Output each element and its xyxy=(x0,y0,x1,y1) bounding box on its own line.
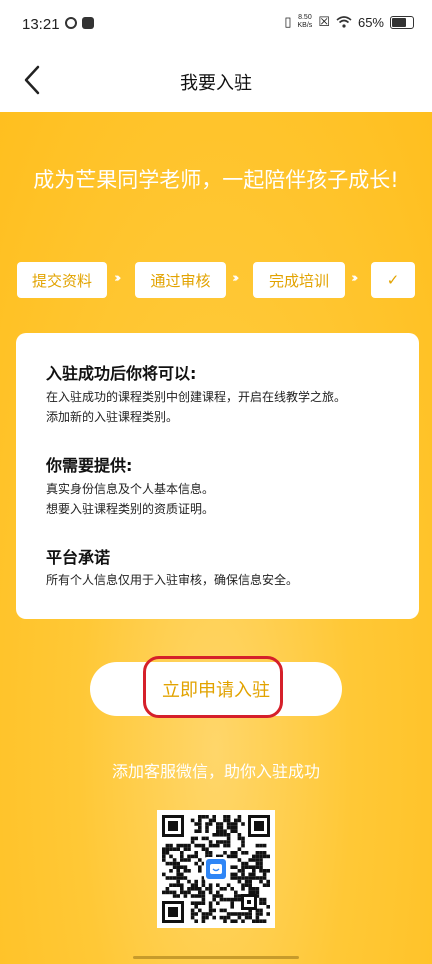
status-right: ▯ 8.50 KB/s ☒ 65% xyxy=(284,14,414,30)
section-text: 添加新的入驻课程类别。 xyxy=(46,410,179,424)
progress-steps: 提交资料 ››› 通过审核 ››› 完成培训 ››› ✓ xyxy=(17,262,415,298)
slogan: 成为芒果同学老师，一起陪伴孩子成长! xyxy=(33,168,399,192)
net-speed: 8.50 KB/s xyxy=(298,14,313,30)
step-submit: 提交资料 xyxy=(17,262,107,298)
battery-percent: 65% xyxy=(357,14,384,30)
section-text: 真实身份信息及个人基本信息。 xyxy=(46,482,215,496)
net-speed-unit: KB/s xyxy=(297,22,313,29)
info-card: 入驻成功后你将可以: 在入驻成功的课程类别中创建课程，开启在线教学之旅。 添加新… xyxy=(16,333,419,619)
step-training: 完成培训 xyxy=(253,262,345,298)
section-title: 入驻成功后你将可以: xyxy=(46,364,197,383)
step-complete-check: ✓ xyxy=(371,262,415,298)
net-speed-value: 8.50 xyxy=(298,14,312,21)
message-icon xyxy=(82,17,94,29)
no-sim-icon: ☒ xyxy=(318,14,330,29)
section-text: 在入驻成功的课程类别中创建课程，开启在线教学之旅。 xyxy=(46,390,347,404)
battery-icon xyxy=(390,15,414,29)
home-indicator xyxy=(133,956,299,959)
status-bar: 13:21 ▯ 8.50 KB/s ☒ 65% xyxy=(0,0,432,52)
highlight-annotation xyxy=(143,656,283,718)
step-review: 通过审核 xyxy=(135,262,226,298)
section-text: 所有个人信息仅用于入驻审核，确保信息安全。 xyxy=(46,573,299,587)
step-arrow-icon: ››› xyxy=(351,271,358,286)
qr-code-icon xyxy=(162,815,270,923)
status-time: 13:21 xyxy=(22,16,60,33)
step-arrow-icon: ››› xyxy=(232,271,239,286)
section-title: 你需要提供: xyxy=(46,456,133,475)
contact-text: 添加客服微信，助你入驻成功 xyxy=(111,762,320,781)
sync-icon xyxy=(65,17,77,29)
step-arrow-icon: ››› xyxy=(114,271,121,286)
vibrate-icon: ▯ xyxy=(284,14,292,29)
wechat-qr-code xyxy=(157,810,275,928)
section-text: 想要入驻课程类别的资质证明。 xyxy=(46,502,215,516)
section-title: 平台承诺 xyxy=(46,548,111,567)
page-title: 我要入驻 xyxy=(180,73,252,94)
wifi-icon xyxy=(336,16,352,28)
status-icons xyxy=(65,17,94,29)
nav-bar: 我要入驻 xyxy=(0,52,432,112)
